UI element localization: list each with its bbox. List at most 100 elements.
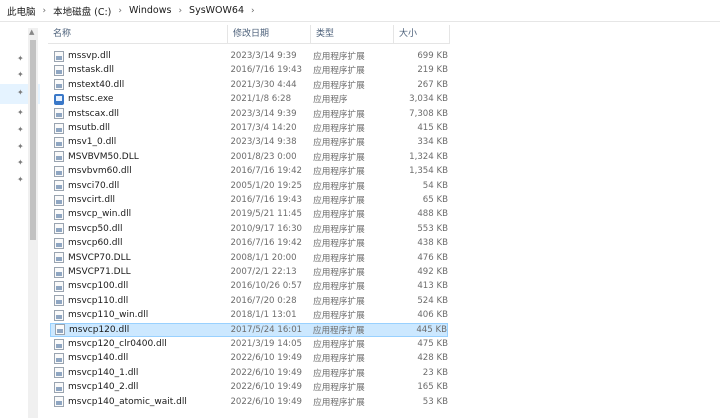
file-name: mssvp.dll	[68, 51, 111, 61]
chevron-right-icon[interactable]: ›	[114, 6, 126, 16]
file-size: 219 KB	[417, 65, 448, 76]
dll-file-icon	[54, 151, 64, 163]
file-date: 2023/3/14 9:38	[230, 137, 297, 148]
file-type: 应用程序扩展	[313, 196, 365, 206]
file-row[interactable]: msvcp120_clr0400.dll 2021/3/19 14:05 应用程序扩…	[50, 337, 448, 351]
column-header: 名称 修改日期 类型 大小	[48, 25, 450, 44]
file-name: mstsc.exe	[68, 94, 114, 105]
pin-icon[interactable]: ✦	[17, 109, 25, 117]
file-type: 应用程序扩展	[313, 224, 365, 235]
file-date: 2007/2/1 22:13	[230, 267, 297, 277]
file-row[interactable]: mstsc.exe 2021/1/8 6:28 应用程序 3,034 KB	[50, 92, 448, 106]
breadcrumb-local-disk[interactable]: 本地磁盘 (C:)	[50, 4, 114, 18]
file-date: 2016/7/16 19:43	[230, 65, 302, 76]
dll-file-icon	[54, 295, 64, 307]
file-row[interactable]: msv1_0.dll 2023/3/14 9:38 应用程序扩展 334 KB	[50, 135, 448, 149]
file-date: 2022/6/10 19:49	[230, 353, 302, 364]
pin-icon[interactable]: ✦	[17, 176, 25, 184]
file-row[interactable]: msutb.dll 2017/3/4 14:20 应用程序扩展 415 KB	[50, 121, 448, 135]
file-name: msvci70.dll	[68, 180, 120, 191]
file-size: 53 KB	[422, 396, 448, 407]
file-size: 65 KB	[422, 195, 448, 205]
file-row[interactable]: msvcp140_2.dll 2022/6/10 19:49 应用程序扩展 165 K…	[50, 380, 448, 394]
column-type-header[interactable]: 类型	[311, 25, 394, 43]
file-row[interactable]: msvcp110.dll 2016/7/20 0:28 应用程序扩展 524 KB	[50, 294, 448, 308]
address-bar[interactable]: 此电脑 › 本地磁盘 (C:) › Windows › SysWOW64 ›	[0, 0, 720, 22]
pin-icon[interactable]: ✦	[17, 126, 25, 134]
file-type: 应用程序扩展	[313, 109, 365, 120]
file-row[interactable]: MSVCP71.DLL 2007/2/1 22:13 应用程序扩展 492 KB	[50, 265, 448, 279]
file-size: 438 KB	[417, 238, 448, 249]
breadcrumb-windows[interactable]: Windows	[126, 5, 174, 16]
file-row[interactable]: msvcp140_atomic_wait.dll 2022/6/10 19:49 应…	[50, 395, 448, 409]
file-date: 2022/6/10 19:49	[230, 382, 302, 393]
file-row[interactable]: msvcp_win.dll 2019/5/21 11:45 应用程序扩展 488 KB	[50, 207, 448, 221]
file-size: 699 KB	[417, 51, 448, 61]
pin-icon[interactable]: ✦	[17, 143, 25, 151]
chevron-right-icon[interactable]: ›	[174, 6, 186, 16]
breadcrumb-this-pc[interactable]: 此电脑	[4, 4, 39, 18]
file-name: mstscax.dll	[68, 108, 120, 119]
file-size: 428 KB	[417, 353, 448, 364]
breadcrumb-syswow64[interactable]: SysWOW64	[186, 5, 247, 16]
column-name-header[interactable]: 名称	[48, 25, 228, 43]
file-size: 476 KB	[417, 252, 448, 263]
file-date: 2016/10/26 0:57	[230, 281, 302, 292]
file-type: 应用程序扩展	[313, 80, 365, 91]
file-row[interactable]: msvci70.dll 2005/1/20 19:25 应用程序扩展 54 KB	[50, 179, 448, 193]
file-row[interactable]: msvcp120.dll 2017/5/24 16:01 应用程序扩展 445 KB	[50, 322, 448, 337]
file-size: 334 KB	[417, 137, 448, 148]
file-row[interactable]: msvcp50.dll 2010/9/17 16:30 应用程序扩展 553 KB	[50, 222, 448, 236]
dll-file-icon	[54, 237, 64, 249]
file-name: msutb.dll	[68, 123, 110, 133]
file-date: 2016/7/16 19:43	[230, 195, 302, 205]
file-type: 应用程序扩展	[313, 282, 365, 293]
file-row[interactable]: mstext40.dll 2021/3/30 4:44 应用程序扩展 267 KB	[50, 78, 448, 92]
scrollbar-thumb[interactable]	[30, 40, 36, 240]
file-name: msvcirt.dll	[68, 195, 116, 205]
file-row[interactable]: mstscax.dll 2023/3/14 9:39 应用程序扩展 7,308 KB	[50, 107, 448, 121]
file-row[interactable]: msvcp140.dll 2022/6/10 19:49 应用程序扩展 428 KB	[50, 351, 448, 365]
dll-file-icon	[54, 396, 64, 408]
file-row[interactable]: msvcp110_win.dll 2018/1/1 13:01 应用程序扩展 406 …	[50, 308, 448, 322]
file-type: 应用程序扩展	[313, 268, 365, 278]
dll-file-icon	[54, 352, 64, 364]
file-date: 2021/3/19 14:05	[230, 339, 302, 349]
file-name: MSVBVM50.DLL	[68, 151, 139, 162]
pin-icon[interactable]: ✦	[17, 71, 25, 79]
pin-icon[interactable]: ✦	[17, 159, 25, 167]
file-name: msvcp140_2.dll	[68, 382, 139, 393]
file-type: 应用程序扩展	[313, 210, 365, 221]
file-size: 7,308 KB	[409, 108, 448, 119]
scroll-up-icon[interactable]: ▲	[29, 28, 34, 36]
file-date: 2022/6/10 19:49	[230, 396, 302, 407]
dll-file-icon	[54, 122, 64, 134]
file-name: msvbvm60.dll	[68, 166, 132, 177]
chevron-right-icon[interactable]: ›	[39, 6, 51, 16]
file-name: msvcp110.dll	[68, 295, 129, 306]
file-row[interactable]: msvcp140_1.dll 2022/6/10 19:49 应用程序扩展 23 KB	[50, 366, 448, 380]
file-row[interactable]: mstask.dll 2016/7/16 19:43 应用程序扩展 219 KB	[50, 63, 448, 77]
file-row[interactable]: MSVBVM50.DLL 2001/8/23 0:00 应用程序扩展 1,324 KB	[50, 150, 448, 164]
pin-icon[interactable]: ✦	[17, 55, 25, 63]
chevron-right-icon[interactable]: ›	[247, 6, 259, 16]
pin-icon[interactable]: ✦	[17, 89, 25, 97]
file-size: 267 KB	[417, 79, 448, 90]
file-name: msvcp120.dll	[69, 324, 130, 335]
file-row[interactable]: msvcp60.dll 2016/7/16 19:42 应用程序扩展 438 KB	[50, 236, 448, 250]
nav-scrollbar[interactable]: ▲	[28, 28, 38, 418]
file-row[interactable]: msvcirt.dll 2016/7/16 19:43 应用程序扩展 65 KB	[50, 193, 448, 207]
file-size: 475 KB	[417, 339, 448, 349]
file-row[interactable]: MSVCP70.DLL 2008/1/1 20:00 应用程序扩展 476 KB	[50, 251, 448, 265]
column-date-header[interactable]: 修改日期	[228, 25, 311, 43]
file-date: 2021/1/8 6:28	[230, 94, 292, 105]
dll-file-icon	[54, 367, 64, 379]
file-type: 应用程序扩展	[313, 239, 365, 250]
column-size-header[interactable]: 大小	[394, 25, 450, 43]
dll-file-icon	[54, 108, 64, 120]
file-name: msv1_0.dll	[68, 137, 117, 148]
file-row[interactable]: mssvp.dll 2023/3/14 9:39 应用程序扩展 699 KB	[50, 49, 448, 63]
dll-file-icon	[54, 50, 64, 62]
file-row[interactable]: msvcp100.dll 2016/10/26 0:57 应用程序扩展 413 KB	[50, 279, 448, 293]
file-row[interactable]: msvbvm60.dll 2016/7/16 19:42 应用程序扩展 1,354 K…	[50, 164, 448, 178]
